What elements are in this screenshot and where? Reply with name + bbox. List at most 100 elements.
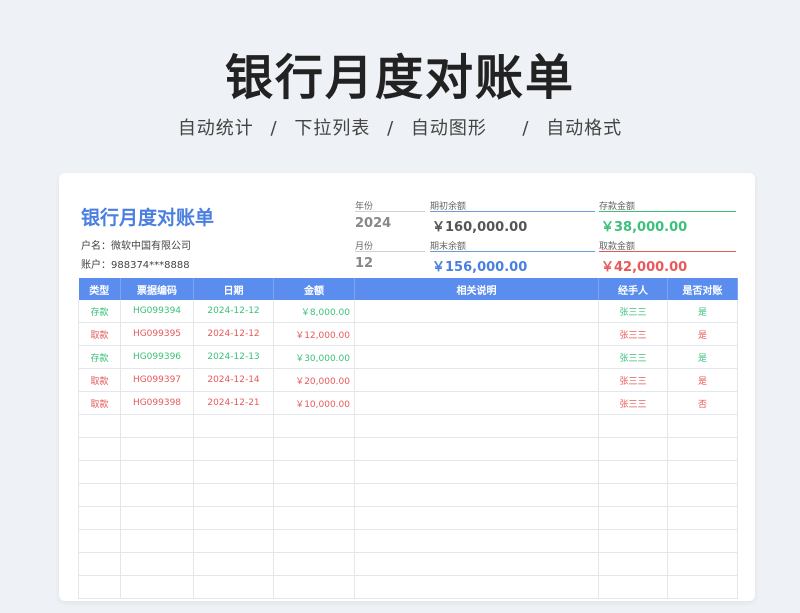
empty-cell[interactable] <box>273 437 355 461</box>
cell-note[interactable] <box>354 300 599 323</box>
cell-reconciled[interactable]: 是 <box>667 368 738 392</box>
empty-cell[interactable] <box>120 552 194 576</box>
year-value[interactable]: 2024 <box>355 216 391 231</box>
empty-row <box>78 506 738 530</box>
empty-cell[interactable] <box>78 483 121 507</box>
empty-cell[interactable] <box>78 414 121 438</box>
empty-cell[interactable] <box>193 552 274 576</box>
cell-reconciled[interactable]: 否 <box>667 391 738 415</box>
cell-date[interactable]: 2024-12-14 <box>193 368 274 392</box>
empty-cell[interactable] <box>598 483 668 507</box>
empty-cell[interactable] <box>193 460 274 484</box>
cell-reconciled[interactable]: 是 <box>667 322 738 346</box>
empty-cell[interactable] <box>667 552 738 576</box>
empty-cell[interactable] <box>598 575 668 599</box>
empty-cell[interactable] <box>193 575 274 599</box>
empty-cell[interactable] <box>78 437 121 461</box>
empty-cell[interactable] <box>354 575 599 599</box>
empty-cell[interactable] <box>273 552 355 576</box>
cell-code[interactable]: HG099395 <box>120 322 194 346</box>
cell-type[interactable]: 取款 <box>78 322 121 346</box>
transactions-table: 类型 票据编码 日期 金额 相关说明 经手人 是否对账 存款 HG099394 20… <box>78 278 738 599</box>
empty-cell[interactable] <box>120 460 194 484</box>
empty-cell[interactable] <box>598 529 668 553</box>
empty-cell[interactable] <box>354 529 599 553</box>
empty-cell[interactable] <box>667 414 738 438</box>
cell-type[interactable]: 取款 <box>78 368 121 392</box>
empty-cell[interactable] <box>193 483 274 507</box>
cell-amount[interactable]: ￥30,000.00 <box>273 345 355 369</box>
column-header-note: 相关说明 <box>354 278 599 300</box>
empty-cell[interactable] <box>598 460 668 484</box>
empty-cell[interactable] <box>273 483 355 507</box>
empty-cell[interactable] <box>273 506 355 530</box>
empty-cell[interactable] <box>78 529 121 553</box>
cell-handler[interactable]: 张三三 <box>598 391 668 415</box>
empty-cell[interactable] <box>193 414 274 438</box>
empty-cell[interactable] <box>120 506 194 530</box>
empty-cell[interactable] <box>120 529 194 553</box>
cell-type[interactable]: 取款 <box>78 391 121 415</box>
empty-cell[interactable] <box>667 460 738 484</box>
column-header-code: 票据编码 <box>120 278 194 300</box>
cell-code[interactable]: HG099398 <box>120 391 194 415</box>
empty-cell[interactable] <box>273 460 355 484</box>
cell-reconciled[interactable]: 是 <box>667 345 738 369</box>
empty-cell[interactable] <box>273 414 355 438</box>
empty-cell[interactable] <box>78 506 121 530</box>
empty-cell[interactable] <box>667 483 738 507</box>
cell-note[interactable] <box>354 345 599 369</box>
empty-cell[interactable] <box>120 437 194 461</box>
empty-cell[interactable] <box>598 552 668 576</box>
cell-note[interactable] <box>354 322 599 346</box>
empty-cell[interactable] <box>354 460 599 484</box>
empty-cell[interactable] <box>354 437 599 461</box>
cell-code[interactable]: HG099397 <box>120 368 194 392</box>
cell-note[interactable] <box>354 391 599 415</box>
empty-cell[interactable] <box>354 552 599 576</box>
cell-code[interactable]: HG099394 <box>120 300 194 323</box>
empty-cell[interactable] <box>273 575 355 599</box>
empty-cell[interactable] <box>354 414 599 438</box>
cell-handler[interactable]: 张三三 <box>598 300 668 323</box>
cell-reconciled[interactable]: 是 <box>667 300 738 323</box>
cell-type[interactable]: 存款 <box>78 300 121 323</box>
cell-handler[interactable]: 张三三 <box>598 322 668 346</box>
empty-cell[interactable] <box>78 552 121 576</box>
empty-cell[interactable] <box>120 483 194 507</box>
empty-cell[interactable] <box>120 575 194 599</box>
cell-note[interactable] <box>354 368 599 392</box>
cell-handler[interactable]: 张三三 <box>598 345 668 369</box>
empty-cell[interactable] <box>78 575 121 599</box>
empty-cell[interactable] <box>354 483 599 507</box>
empty-cell[interactable] <box>667 437 738 461</box>
cell-code[interactable]: HG099396 <box>120 345 194 369</box>
empty-cell[interactable] <box>78 460 121 484</box>
empty-cell[interactable] <box>273 529 355 553</box>
empty-cell[interactable] <box>193 506 274 530</box>
empty-cell[interactable] <box>598 506 668 530</box>
empty-cell[interactable] <box>598 437 668 461</box>
empty-cell[interactable] <box>193 437 274 461</box>
closing-balance-value: ￥156,000.00 <box>432 260 528 275</box>
cell-amount[interactable]: ￥12,000.00 <box>273 322 355 346</box>
empty-cell[interactable] <box>120 414 194 438</box>
cell-date[interactable]: 2024-12-12 <box>193 322 274 346</box>
empty-cell[interactable] <box>667 575 738 599</box>
cell-amount[interactable]: ￥10,000.00 <box>273 391 355 415</box>
cell-date[interactable]: 2024-12-21 <box>193 391 274 415</box>
column-header-handler: 经手人 <box>598 278 668 300</box>
empty-cell[interactable] <box>598 414 668 438</box>
empty-cell[interactable] <box>354 506 599 530</box>
empty-cell[interactable] <box>667 529 738 553</box>
cell-amount[interactable]: ￥20,000.00 <box>273 368 355 392</box>
empty-cell[interactable] <box>193 529 274 553</box>
month-value[interactable]: 12 <box>355 256 373 271</box>
empty-cell[interactable] <box>667 506 738 530</box>
cell-type[interactable]: 存款 <box>78 345 121 369</box>
cell-date[interactable]: 2024-12-12 <box>193 300 274 323</box>
cell-date[interactable]: 2024-12-13 <box>193 345 274 369</box>
sheet-title: 银行月度对账单 <box>81 207 215 229</box>
cell-handler[interactable]: 张三三 <box>598 368 668 392</box>
cell-amount[interactable]: ￥8,000.00 <box>273 300 355 323</box>
